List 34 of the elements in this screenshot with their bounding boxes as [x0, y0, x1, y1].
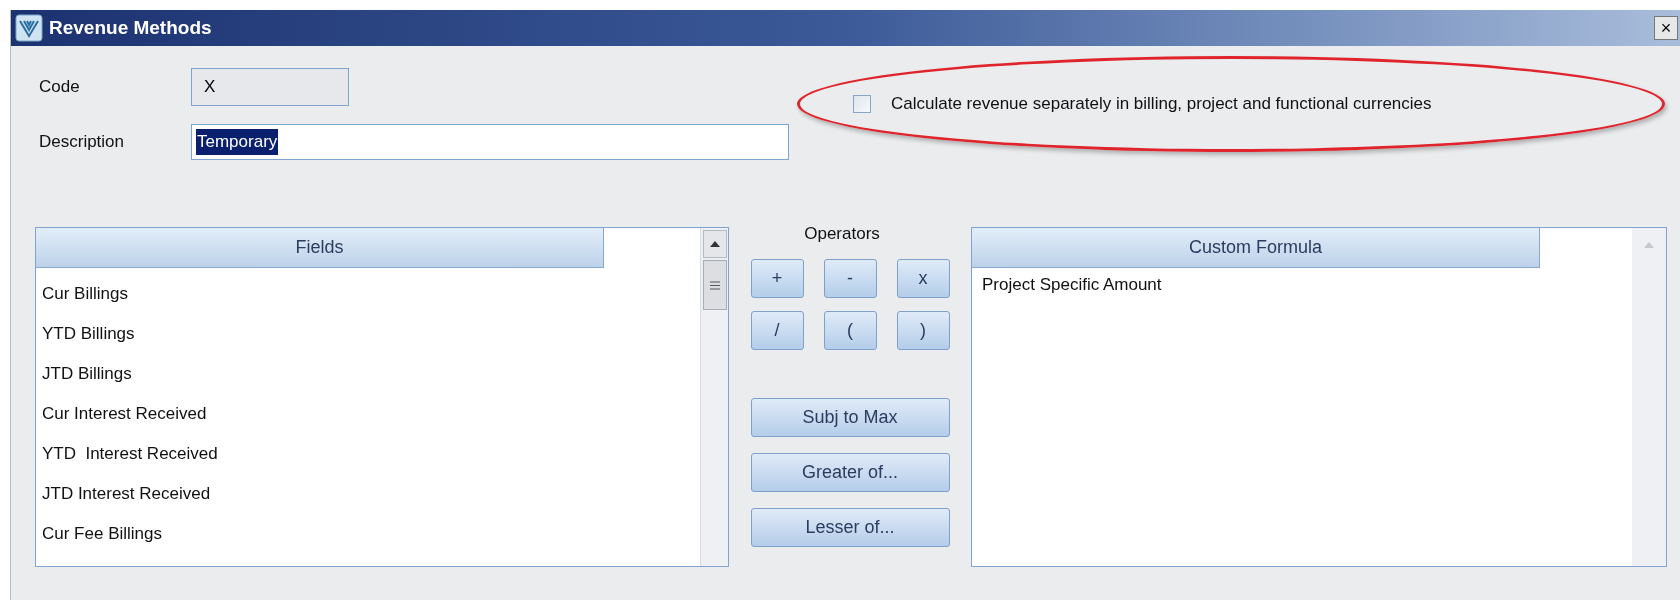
list-item[interactable]: Cur Fee Billings	[42, 521, 162, 547]
scroll-up-icon[interactable]	[702, 230, 727, 258]
checkbox-label: Calculate revenue separately in billing, project and functional currencies	[891, 93, 1432, 116]
app-logo-icon	[15, 14, 43, 42]
checkbox[interactable]	[853, 95, 871, 113]
operators-label: Operators	[804, 223, 880, 245]
code-label: Code	[39, 76, 81, 99]
operator-button[interactable]: +	[750, 258, 804, 298]
scrollbar[interactable]	[700, 228, 728, 566]
operator-button[interactable]: x	[896, 258, 950, 298]
formula-text: Project Specific Amount	[981, 274, 1163, 296]
column-header[interactable]: Custom Formula	[972, 228, 1540, 268]
list-item[interactable]: JTD Interest Received	[42, 481, 211, 507]
scroll-thumb[interactable]	[702, 260, 727, 310]
scrollbar[interactable]	[1632, 228, 1666, 566]
list-item[interactable]: YTD Billings	[42, 321, 135, 347]
column-header[interactable]: Fields	[36, 228, 604, 268]
function-button[interactable]: Lesser of...	[750, 507, 950, 547]
operator-button[interactable]: -	[823, 258, 877, 298]
list-item[interactable]: Cur Billings	[42, 281, 128, 307]
list-item[interactable]: Cur Interest Received	[42, 401, 207, 427]
window-title: Revenue Methods	[49, 15, 212, 40]
function-button[interactable]: Greater of...	[750, 452, 950, 492]
operator-button[interactable]: /	[750, 310, 804, 350]
field-value: Temporary	[196, 129, 279, 155]
description-field[interactable]: Temporary	[191, 124, 789, 160]
list-item[interactable]: JTD Billings	[42, 361, 132, 387]
function-button[interactable]: Subj to Max	[750, 397, 950, 437]
operator-button[interactable]: )	[896, 310, 950, 350]
close-button[interactable]: ×	[1654, 16, 1678, 40]
code-field[interactable]: X	[191, 68, 349, 106]
operator-button[interactable]: (	[823, 310, 877, 350]
list-item[interactable]: YTD Interest Received	[42, 441, 218, 467]
description-label: Description	[39, 131, 126, 154]
